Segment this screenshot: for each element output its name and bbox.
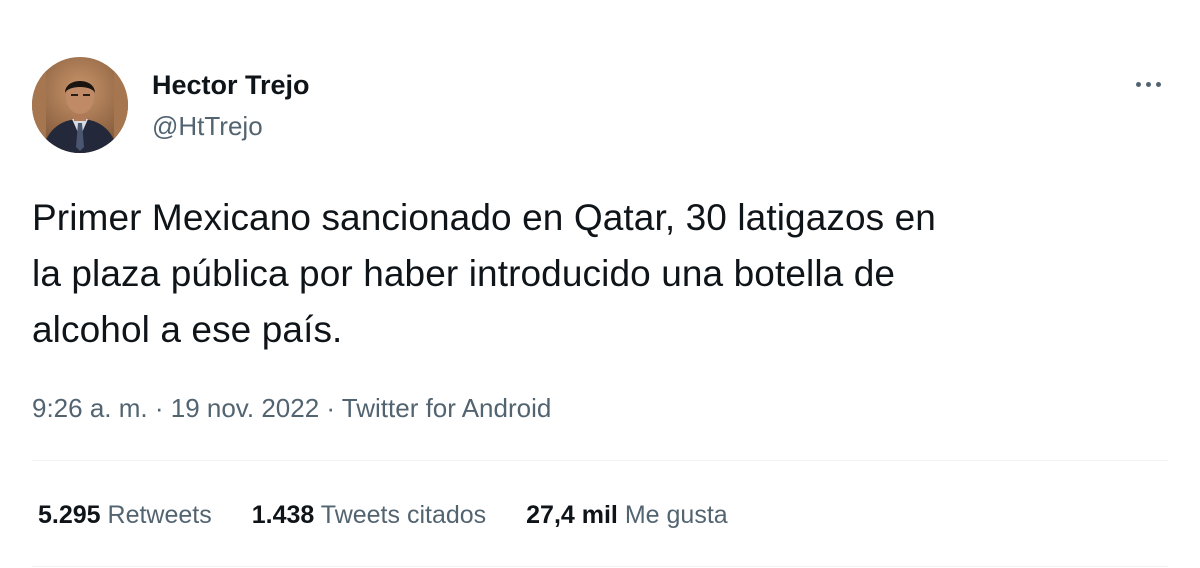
- tweet-text-line: alcohol a ese país.: [32, 309, 343, 350]
- retweets-label: Retweets: [107, 500, 212, 529]
- more-dot: [1135, 81, 1141, 87]
- meta-separator: ·: [147, 393, 171, 423]
- more-horizontal-icon[interactable]: [1126, 70, 1170, 98]
- tweet-card: Hector Trejo @HtTrejo Primer Mexicano sa…: [0, 0, 1200, 568]
- tweet-meta: 9:26 a. m. · 19 nov. 2022 · Twitter for …: [32, 390, 551, 426]
- retweets-count: 5.295: [38, 500, 101, 529]
- tweet-text: Primer Mexicano sancionado en Qatar, 30 …: [32, 190, 1172, 358]
- author-name[interactable]: Hector Trejo: [152, 68, 310, 102]
- quote-tweets-label: Tweets citados: [320, 500, 487, 529]
- tweet-text-line: Primer Mexicano sancionado en Qatar, 30 …: [32, 197, 936, 238]
- tweet-source-link[interactable]: Twitter for Android: [342, 393, 552, 423]
- meta-separator: ·: [319, 393, 342, 423]
- author-handle[interactable]: @HtTrejo: [152, 110, 263, 142]
- more-dot: [1145, 81, 1151, 87]
- tweet-time-link[interactable]: 9:26 a. m. · 19 nov. 2022: [32, 393, 319, 423]
- quote-tweets-count: 1.438: [251, 500, 315, 529]
- avatar-photo: [32, 57, 128, 153]
- divider: [32, 566, 1168, 567]
- likes-label: Me gusta: [624, 500, 728, 529]
- likes-count: 27,4 mil: [526, 500, 618, 529]
- more-dot: [1155, 81, 1161, 87]
- tweet-text-line: la plaza pública por haber introducido u…: [32, 253, 896, 294]
- engagement-stats: 5.295 Retweets 1.438 Tweets citados 27,4…: [38, 497, 768, 533]
- retweets-stat[interactable]: 5.295 Retweets: [38, 501, 212, 530]
- tweet-time: 9:26 a. m.: [32, 393, 148, 423]
- avatar[interactable]: [32, 57, 128, 153]
- likes-stat[interactable]: 27,4 mil Me gusta: [526, 501, 728, 530]
- tweet-date: 19 nov. 2022: [170, 393, 320, 423]
- quote-tweets-stat[interactable]: 1.438 Tweets citados: [252, 501, 486, 530]
- divider: [32, 460, 1168, 461]
